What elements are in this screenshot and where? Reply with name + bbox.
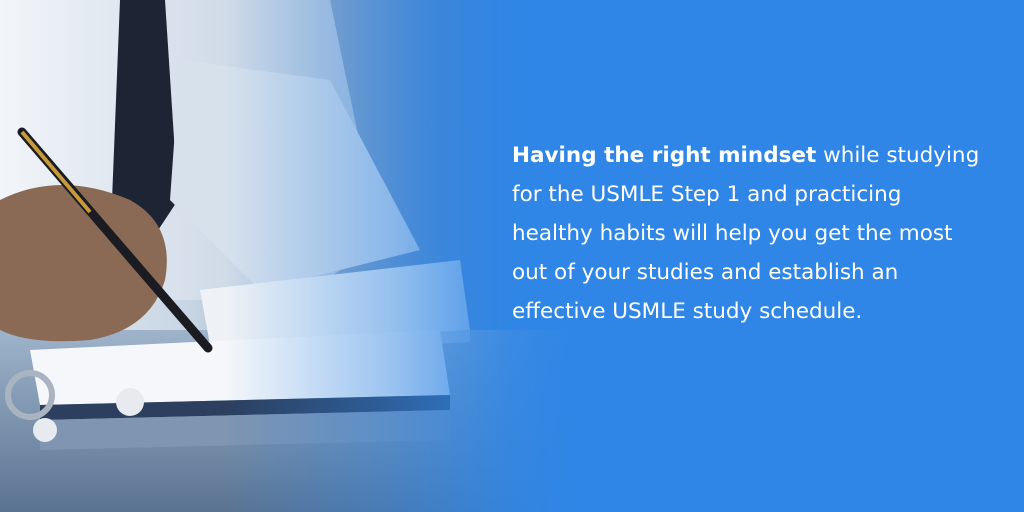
- message-lead: Having the right mindset: [512, 143, 817, 168]
- message-text: Having the right mindset while studying …: [512, 136, 982, 331]
- message-body: while studying for the USMLE Step 1 and …: [512, 143, 980, 324]
- promo-banner: Having the right mindset while studying …: [0, 0, 1024, 512]
